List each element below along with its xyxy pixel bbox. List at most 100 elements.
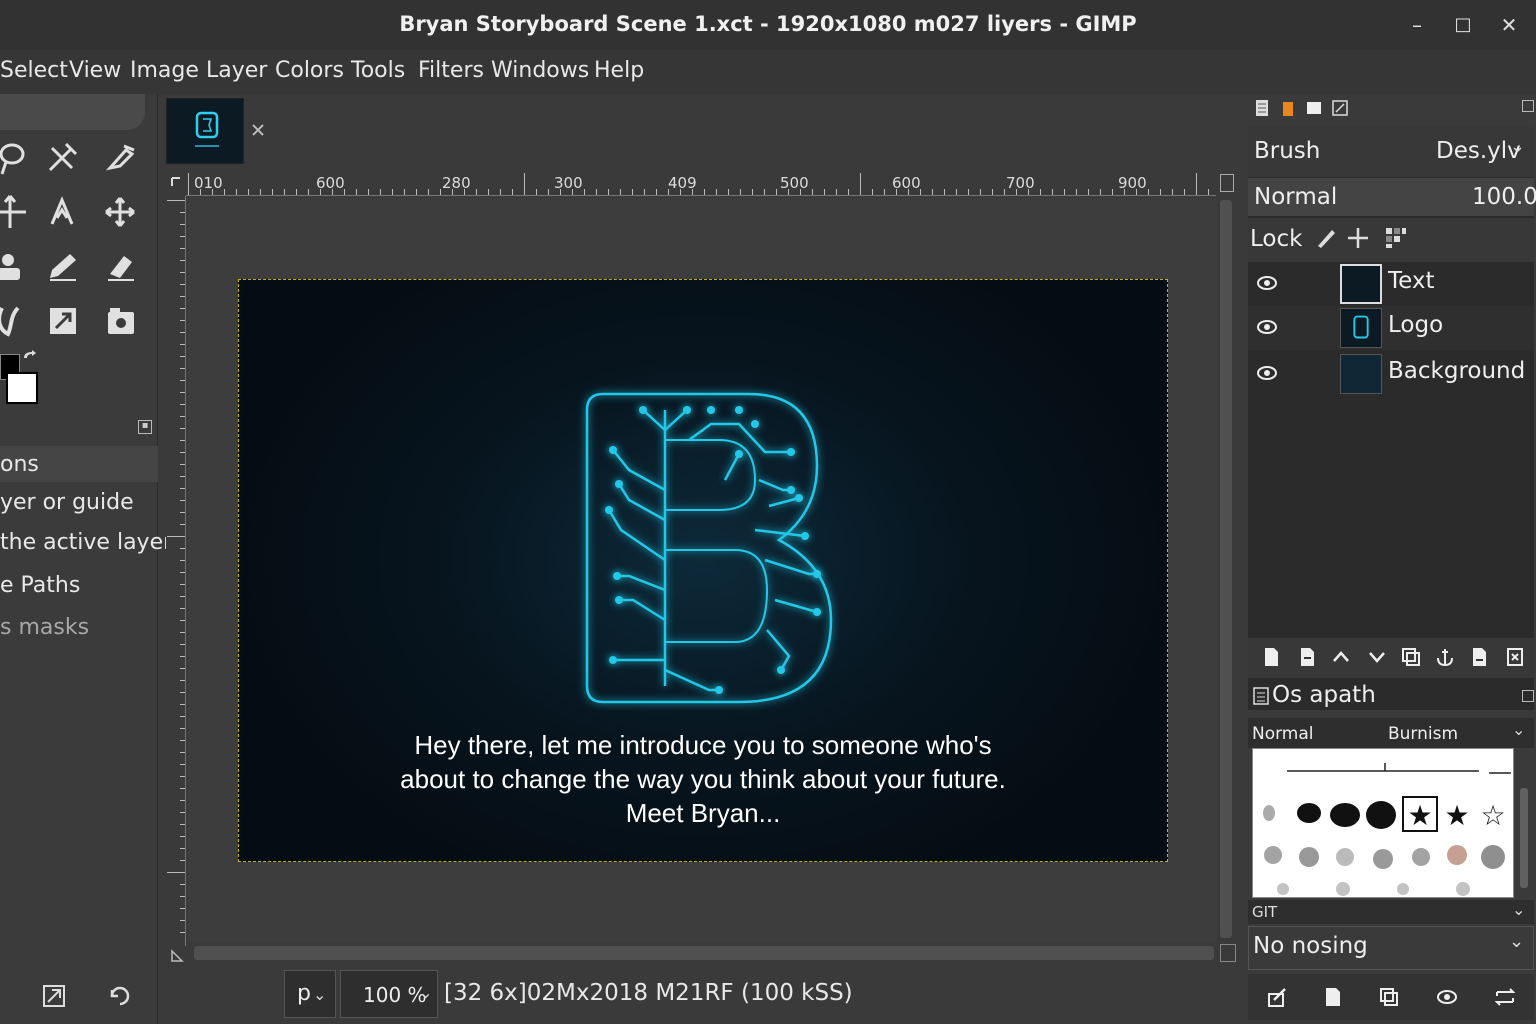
ruler-tick [824, 189, 825, 195]
ruler-end-icon[interactable] [1220, 174, 1234, 192]
unit-select[interactable]: p ⌄ [284, 970, 336, 1018]
menu-filters[interactable]: Filters [418, 58, 484, 83]
new-layer-group-icon[interactable] [1296, 646, 1318, 668]
horizontal-scroll-thumb[interactable] [194, 946, 1214, 960]
menu-colors[interactable]: Colors [275, 58, 344, 83]
reset-options-icon[interactable] [106, 982, 134, 1010]
brushes-config-icon[interactable] [1522, 690, 1534, 702]
swap-colors-icon[interactable] [22, 350, 38, 366]
clone-icon[interactable] [0, 246, 30, 286]
layers-tab-icon[interactable] [1252, 98, 1272, 118]
chevron-down-icon[interactable]: ⌄ [1512, 720, 1525, 739]
layer-row-background[interactable]: Background [1248, 352, 1534, 396]
fuzzy-select-icon[interactable] [42, 138, 82, 178]
eye-icon[interactable] [1256, 364, 1278, 382]
menu-layer[interactable]: Layer [206, 58, 267, 83]
channels-tab-icon[interactable] [1278, 98, 1298, 118]
menu-help[interactable]: Help [594, 58, 644, 83]
view-brush-icon[interactable] [1436, 986, 1458, 1008]
lower-layer-icon[interactable] [1366, 646, 1388, 668]
brush-scroll-thumb[interactable] [1520, 788, 1528, 888]
edit-brush-icon[interactable] [1266, 986, 1288, 1008]
smudge-icon[interactable] [0, 300, 30, 340]
ruler-corner-icon[interactable] [166, 172, 186, 196]
layer-mode[interactable]: Normal [1254, 184, 1337, 210]
duplicate-brush-icon[interactable] [1378, 986, 1400, 1008]
brush-mode[interactable]: Normal [1252, 724, 1314, 744]
brush-category-row[interactable]: GIT ⌄ [1248, 900, 1534, 924]
raise-layer-icon[interactable] [1330, 646, 1352, 668]
move-icon[interactable] [0, 192, 30, 232]
brush-row[interactable]: Brush Des.ylv ⌄ [1248, 126, 1534, 178]
merge-layer-icon[interactable] [1468, 646, 1490, 668]
save-options-icon[interactable] [40, 982, 68, 1010]
new-brush-icon[interactable] [1322, 986, 1344, 1008]
background-color-swatch[interactable] [6, 372, 38, 404]
vertical-scrollbar[interactable] [1218, 196, 1236, 942]
minimize-button[interactable]: – [1404, 12, 1430, 38]
tool-option-label-2[interactable]: the active layer [0, 530, 172, 555]
brushes-tab-icon[interactable] [1252, 686, 1270, 706]
chevron-down-icon[interactable]: ⌄ [1512, 900, 1525, 919]
horizontal-scrollbar[interactable] [190, 944, 1218, 962]
lock-position-icon[interactable] [1346, 226, 1370, 250]
transform-icon[interactable] [42, 300, 82, 340]
mode-row[interactable]: Normal 100.0 [1248, 178, 1536, 216]
layer-row-text[interactable]: Text [1248, 262, 1534, 306]
lock-pixels-icon[interactable] [1314, 226, 1338, 250]
delete-layer-icon[interactable] [1504, 646, 1526, 668]
toolbox-config-icon[interactable]: ▪ [138, 420, 152, 434]
menu-select[interactable]: Select [0, 58, 68, 83]
brush-name[interactable]: Burnism [1388, 724, 1458, 744]
zoom-select[interactable]: 100 % ⌄ [340, 970, 438, 1018]
menu-windows[interactable]: Windows [491, 58, 589, 83]
chevron-down-icon[interactable]: ⌄ [1510, 136, 1525, 157]
eye-icon[interactable] [1256, 274, 1278, 292]
menu-view[interactable]: View [69, 58, 121, 83]
navigate-icon[interactable] [1220, 944, 1236, 962]
undo-tab-icon[interactable] [1330, 98, 1350, 118]
brush-tag-filter[interactable]: No nosing ⌄ [1248, 926, 1534, 970]
brush-scrollbar[interactable] [1518, 748, 1530, 898]
camera-icon[interactable] [100, 300, 140, 340]
pencil-icon[interactable] [42, 246, 82, 286]
vertical-scroll-thumb[interactable] [1220, 200, 1232, 938]
ruler-tick [180, 752, 185, 753]
align-icon[interactable] [100, 192, 140, 232]
brush-grid[interactable]: ★ ★ ☆ [1252, 748, 1514, 898]
tool-option-label-3[interactable]: e Paths [0, 573, 80, 598]
eye-icon[interactable] [1256, 318, 1278, 336]
maximize-button[interactable]: □ [1450, 12, 1476, 38]
dock-config-icon[interactable] [1522, 100, 1534, 112]
duplicate-layer-icon[interactable] [1400, 646, 1422, 668]
close-button[interactable]: ✕ [1496, 12, 1522, 38]
anchor-layer-icon[interactable] [1434, 646, 1456, 668]
ruler-label: 900 [1118, 174, 1147, 192]
lock-alpha-icon[interactable] [1384, 226, 1408, 250]
tool-option-label-4[interactable]: s masks [0, 615, 89, 640]
quick-mask-icon[interactable] [170, 948, 184, 962]
ink-icon[interactable] [42, 192, 82, 232]
vertical-ruler[interactable] [166, 196, 186, 946]
free-select-icon[interactable] [0, 138, 30, 178]
tool-option-label-1[interactable]: yer or guide [0, 490, 134, 515]
layer-row-logo[interactable]: Logo [1248, 306, 1534, 350]
crop-icon[interactable] [100, 138, 140, 178]
opacity-value[interactable]: 100.0 [1472, 184, 1536, 210]
menu-tools[interactable]: Tools [351, 58, 405, 83]
ruler-tick [920, 189, 921, 195]
eraser-icon[interactable] [100, 246, 140, 286]
menu-image[interactable]: Image [130, 58, 199, 83]
brush-value[interactable]: Des.ylv [1436, 138, 1521, 164]
tab-close-icon[interactable] [250, 122, 266, 138]
paths-tab-icon[interactable] [1304, 98, 1324, 118]
image-tab-thumbnail[interactable] [166, 98, 244, 164]
chevron-down-icon[interactable]: ⌄ [1509, 931, 1524, 952]
brushes-tab-label[interactable]: Os apath [1272, 682, 1376, 708]
brush-mode-row[interactable]: Normal Burnism ⌄ [1248, 718, 1534, 748]
scene-image[interactable]: Hey there, let me introduce you to someo… [238, 279, 1168, 862]
horizontal-ruler[interactable]: 010 600 280 300 409 500 600 700 900 [186, 172, 1216, 196]
new-layer-icon[interactable] [1260, 646, 1282, 668]
ruler-tick [596, 189, 597, 195]
refresh-brushes-icon[interactable] [1494, 986, 1516, 1008]
